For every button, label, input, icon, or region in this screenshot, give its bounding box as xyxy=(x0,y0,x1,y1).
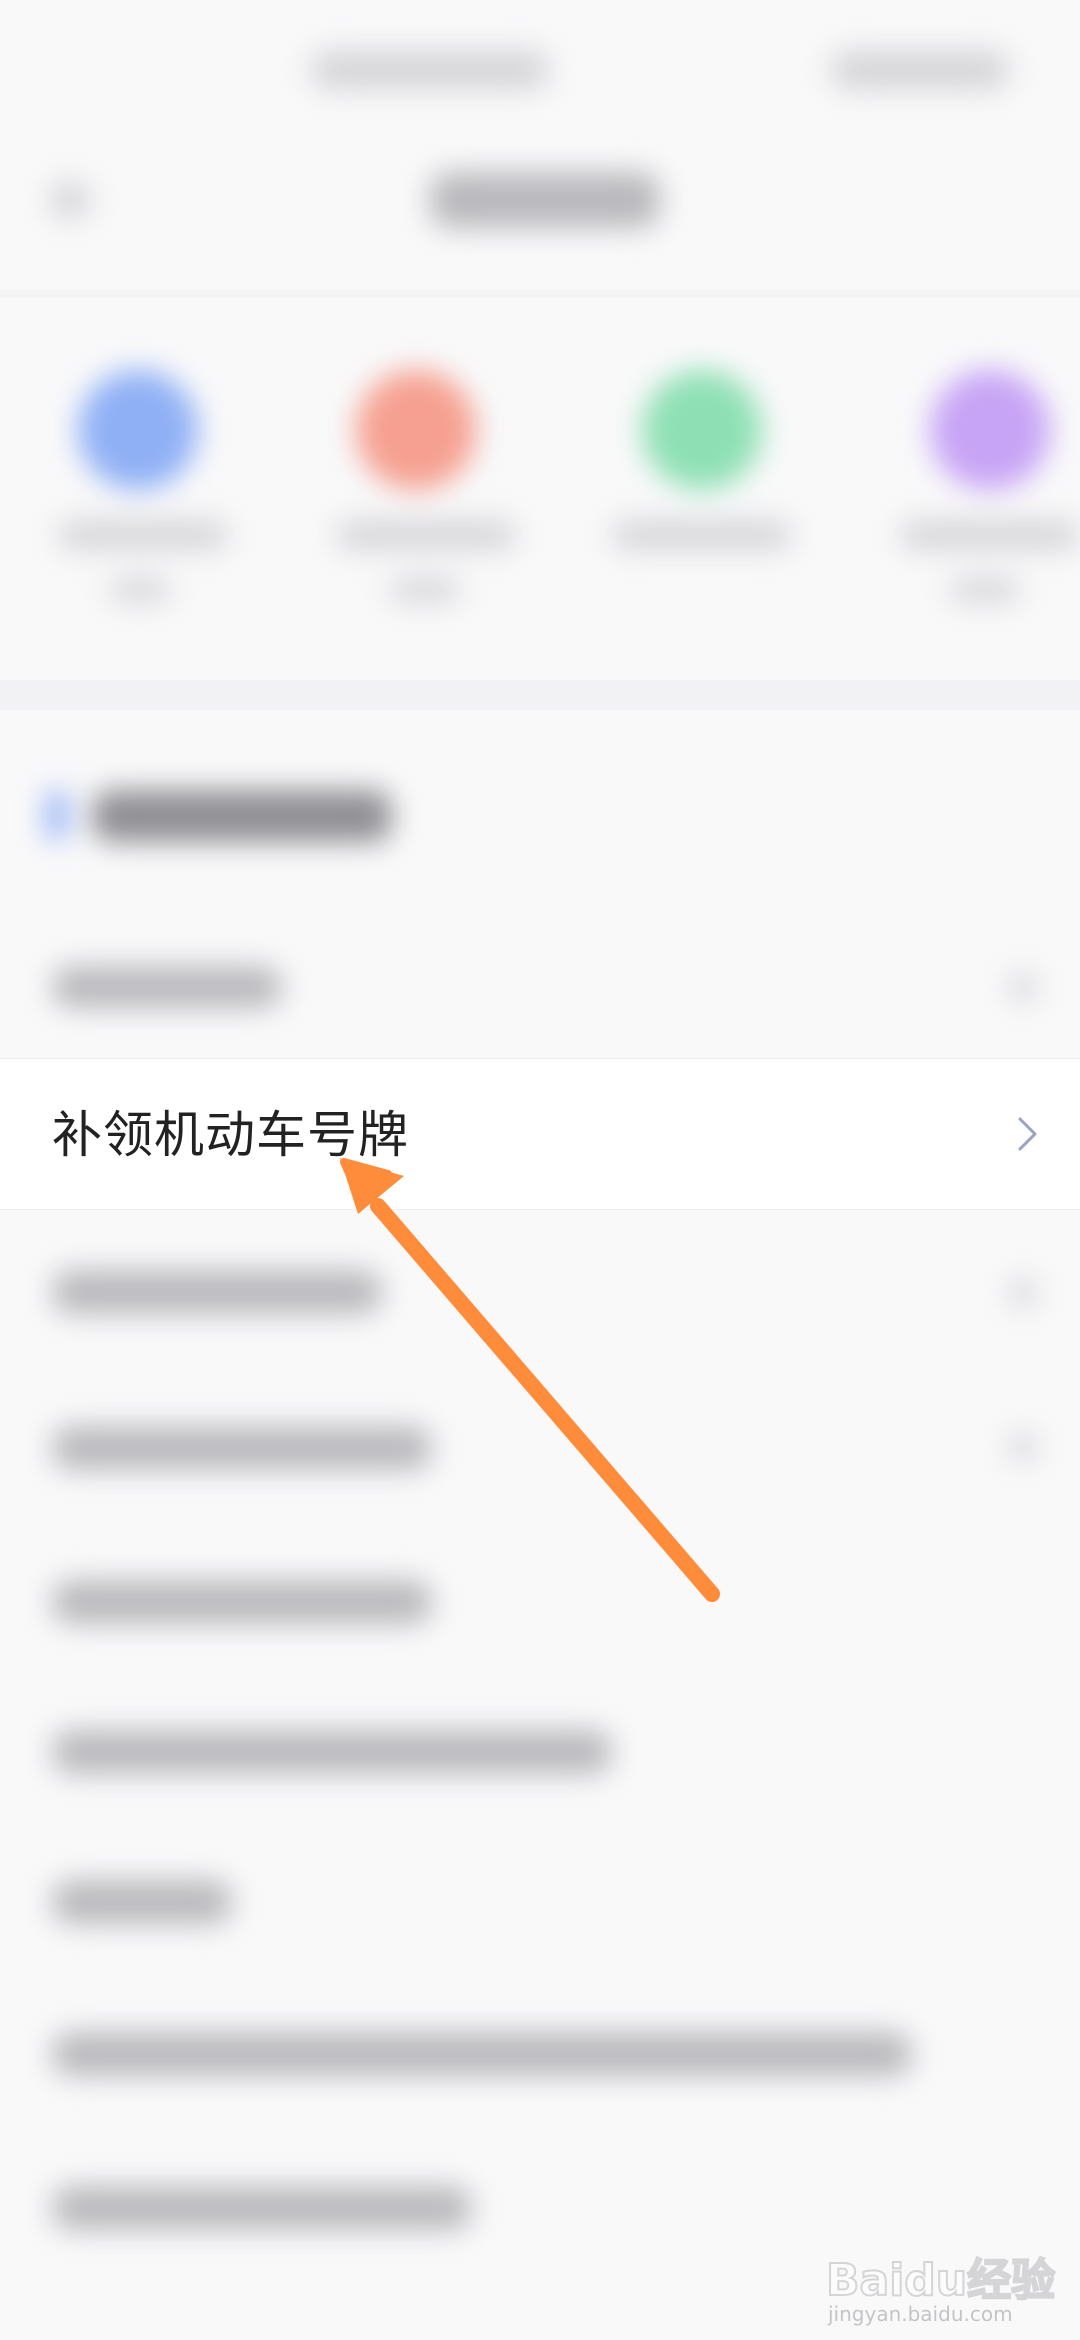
service-label-blur-4 xyxy=(900,520,1080,550)
service-label-blur-4b xyxy=(950,578,1020,602)
service-icon-green xyxy=(642,370,762,490)
top-tab-blur-right xyxy=(830,50,1010,90)
list-item-blur-1 xyxy=(52,966,282,1008)
watermark-brand: Baidu经验 xyxy=(825,2254,1056,2307)
list-chevron-blur-1 xyxy=(1010,972,1036,1002)
chevron-right-icon xyxy=(1018,1117,1037,1151)
list-chevron-blur-3 xyxy=(1010,1278,1036,1308)
baidu-watermark: Baidu经验 jingyan.baidu.com xyxy=(825,2218,1066,2326)
service-label-blur-1b xyxy=(110,578,170,602)
list-item-blur-5 xyxy=(52,1580,432,1624)
section-divider-mid xyxy=(0,680,1080,710)
list-item-blur-3 xyxy=(52,1270,382,1314)
top-tab-blur-left xyxy=(310,50,550,90)
watermark-site: jingyan.baidu.com xyxy=(828,2302,1013,2326)
service-icon-blue xyxy=(78,370,198,490)
page-title-blur xyxy=(430,172,660,228)
back-button-blur xyxy=(50,180,90,220)
list-chevron-blur-4 xyxy=(1010,1432,1036,1462)
service-label-blur-2 xyxy=(336,520,516,550)
list-item-blur-6 xyxy=(52,1730,612,1774)
list-item-blur-4 xyxy=(52,1426,432,1470)
list-item-replace-license-plate[interactable]: 补领机动车号牌 xyxy=(0,1058,1080,1210)
list-item-label: 补领机动车号牌 xyxy=(52,1106,409,1164)
list-item-blur-9 xyxy=(52,2186,472,2230)
section-accent-blur xyxy=(48,790,66,840)
list-item-blur-7 xyxy=(52,1880,232,1924)
service-label-blur-1 xyxy=(58,520,228,550)
section-divider-top xyxy=(0,290,1080,298)
section-title-blur xyxy=(92,790,392,842)
screen: 补领机动车号牌 Baidu经验 jingyan.baidu.com xyxy=(0,0,1080,2340)
service-icon-purple xyxy=(930,370,1050,490)
service-icon-red xyxy=(356,370,476,490)
service-label-blur-2b xyxy=(390,578,460,602)
service-label-blur-3 xyxy=(612,520,792,550)
list-item-blur-8 xyxy=(52,2032,912,2076)
